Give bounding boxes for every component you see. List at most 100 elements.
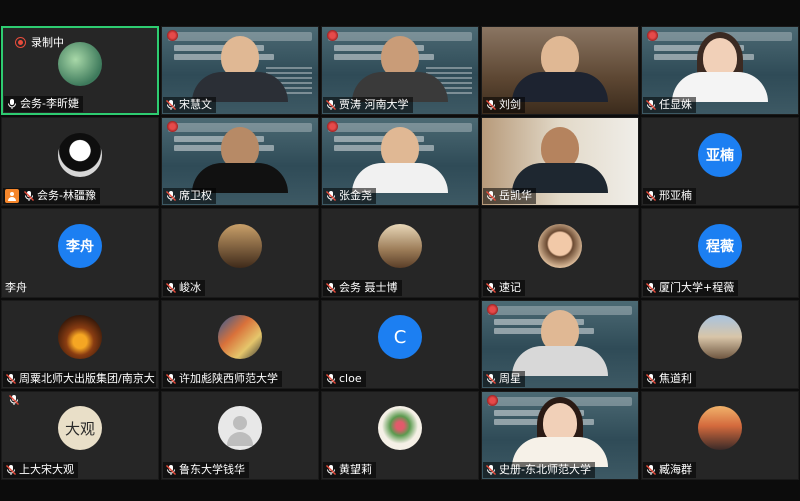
avatar <box>58 315 102 360</box>
avatar <box>218 315 262 360</box>
participant-name-label: 速记 <box>483 279 525 296</box>
participant-name-label: 岳凯华 <box>483 188 536 205</box>
participant-tile[interactable]: 史册-东北师范大学 <box>481 390 639 480</box>
participant-name-label: 周星 <box>483 370 525 387</box>
participant-name: 贾涛 河南大学 <box>339 98 409 112</box>
participant-name-label: 焦道利 <box>643 370 696 387</box>
participant-name-label: 臧海群 <box>643 461 696 478</box>
mic-muted-icon <box>325 373 337 385</box>
mic-muted-icon <box>485 190 497 202</box>
avatar <box>698 406 742 451</box>
participant-name: 任显姝 <box>659 98 692 112</box>
participant-name: 鲁东大学钱华 <box>179 462 245 476</box>
logo-icon <box>327 30 338 41</box>
participant-name: 刘剑 <box>499 98 521 112</box>
avatar: 李舟 <box>58 224 102 269</box>
avatar-initials: 亚楠 <box>706 147 734 164</box>
participant-name-label: 任显姝 <box>643 97 696 114</box>
avatar <box>698 315 742 360</box>
participant-tile[interactable]: 贾涛 河南大学 <box>321 26 479 116</box>
participant-name: 席卫权 <box>179 189 212 203</box>
participant-tile[interactable]: 任显姝 <box>641 26 799 116</box>
mic-muted-icon <box>645 190 657 202</box>
mic-muted-icon <box>325 190 337 202</box>
participant-name: 周粟北师大出版集团/南京大 <box>19 371 155 385</box>
logo-icon <box>487 303 498 315</box>
participant-tile[interactable]: 亚楠 邢亚楠 <box>641 117 799 207</box>
participant-video <box>512 309 608 376</box>
avatar <box>538 224 582 269</box>
mic-muted-icon <box>485 373 497 385</box>
avatar <box>58 41 102 86</box>
participant-tile[interactable]: 刘剑 <box>481 26 639 116</box>
avatar-initials: C <box>393 326 407 348</box>
participant-name-label: 周粟北师大出版集团/南京大 <box>3 370 156 387</box>
participant-name-label: cloe <box>323 370 366 387</box>
mic-muted-icon <box>325 99 337 111</box>
participant-name-label: 刘剑 <box>483 97 525 114</box>
mic-icon <box>6 98 18 110</box>
participant-tile[interactable]: 会务 聂士博 <box>321 208 479 298</box>
mic-muted-icon <box>645 282 657 294</box>
mic-muted-icon <box>485 282 497 294</box>
avatar-initials: 程薇 <box>706 239 734 256</box>
participant-tile[interactable]: 李舟 李舟 <box>1 208 159 298</box>
mic-muted-icon <box>165 373 177 385</box>
avatar <box>378 224 422 269</box>
mic-muted-icon <box>165 99 177 111</box>
participant-tile[interactable]: 周星 <box>481 299 639 389</box>
participant-name: 宋慧文 <box>179 98 212 112</box>
participant-tile[interactable]: 大观 上大宋大观 <box>1 390 159 480</box>
participant-name-label: 邢亚楠 <box>643 188 696 205</box>
participant-name-label: 上大宋大观 <box>3 461 78 478</box>
mic-muted-icon <box>325 282 337 294</box>
participant-tile[interactable]: 周粟北师大出版集团/南京大 <box>1 299 159 389</box>
participant-name: 会务 聂士博 <box>339 280 398 294</box>
participant-name-label: 张金尧 <box>323 188 376 205</box>
recording-indicator: 录制中 <box>15 34 64 50</box>
participant-video <box>512 396 608 467</box>
participant-tile[interactable]: 焦道利 <box>641 299 799 389</box>
participant-video <box>192 127 288 194</box>
mic-muted-icon <box>23 190 35 202</box>
participant-tile[interactable]: 许加彪陕西师范大学 <box>161 299 319 389</box>
participant-tile[interactable]: 宋慧文 <box>161 26 319 116</box>
avatar <box>58 132 102 177</box>
participant-name-label: 黄望莉 <box>323 461 376 478</box>
mic-muted-icon <box>165 464 177 476</box>
participant-tile[interactable]: 黄望莉 <box>321 390 479 480</box>
participant-tile[interactable]: 席卫权 <box>161 117 319 207</box>
participant-name: 上大宋大观 <box>19 462 74 476</box>
avatar: 大观 <box>58 406 102 451</box>
mic-muted-icon <box>645 373 657 385</box>
participant-tile[interactable]: 会务-林疆豫 <box>1 117 159 207</box>
participant-tile[interactable]: 速记 <box>481 208 639 298</box>
participant-name-label: 厦门大学+程薇 <box>643 279 739 296</box>
default-avatar-icon <box>218 406 262 451</box>
mic-muted-icon <box>165 190 177 202</box>
avatar-initials: 大观 <box>64 419 95 438</box>
participant-video <box>512 36 608 103</box>
participant-name-label: 鲁东大学钱华 <box>163 461 249 478</box>
avatar-initials: 李舟 <box>66 239 94 256</box>
mic-muted-icon <box>485 464 497 476</box>
participant-name: 李舟 <box>5 280 27 294</box>
participant-video <box>512 127 608 194</box>
avatar <box>218 224 262 269</box>
participant-tile[interactable]: C cloe <box>321 299 479 389</box>
participant-tile[interactable]: 臧海群 <box>641 390 799 480</box>
participant-name-label: 会务-李昕婕 <box>4 96 83 113</box>
avatar: 程薇 <box>698 224 742 269</box>
participant-tile[interactable]: 岳凯华 <box>481 117 639 207</box>
participant-tile[interactable]: 张金尧 <box>321 117 479 207</box>
logo-icon <box>647 30 658 41</box>
participant-name-label: 席卫权 <box>163 188 216 205</box>
participant-tile[interactable]: 峻冰 <box>161 208 319 298</box>
participant-name-label: 峻冰 <box>163 279 205 296</box>
participant-tile[interactable]: 鲁东大学钱华 <box>161 390 319 480</box>
participant-name-label: 贾涛 河南大学 <box>323 97 413 114</box>
participant-tile[interactable]: 录制中 会务-李昕婕 <box>1 26 159 116</box>
participant-video <box>352 127 448 194</box>
participant-tile[interactable]: 程薇 厦门大学+程薇 <box>641 208 799 298</box>
participant-name-label: 史册-东北师范大学 <box>483 461 595 478</box>
